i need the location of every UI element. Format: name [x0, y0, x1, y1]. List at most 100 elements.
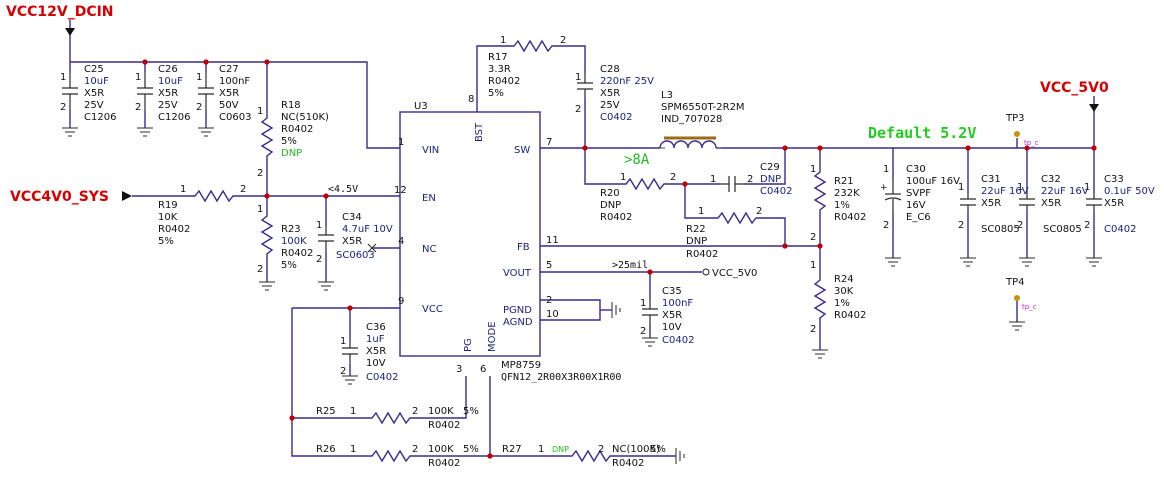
pin-9-number: 9: [398, 296, 404, 307]
c34-capacitor: 12: [316, 220, 334, 265]
r19-footprint: R0402: [158, 224, 190, 235]
r22-right-wire: [760, 217, 786, 246]
tp3-pad-icon: [1014, 131, 1020, 137]
r26-ref: R26: [316, 444, 336, 455]
c31-ref: C31: [981, 174, 1001, 185]
r20-resistor: 12: [614, 172, 676, 191]
r18-dnp: DNP: [281, 148, 302, 159]
r25-footprint: R0402: [428, 420, 460, 431]
c25-dielectric: X5R: [84, 88, 104, 99]
svg-text:2: 2: [257, 264, 263, 275]
c35-capacitor: 12: [640, 298, 658, 337]
r17-resistor: 12: [500, 35, 566, 53]
pin-en-label: EN: [422, 193, 436, 204]
c26-dielectric: X5R: [158, 88, 178, 99]
r27-resistor: 12: [538, 444, 614, 463]
r27-footprint: R0402: [612, 458, 644, 469]
r27-tolerance: 5%: [650, 444, 666, 455]
r25-tolerance: 5%: [463, 406, 479, 417]
svg-text:1: 1: [350, 406, 356, 417]
svg-text:1: 1: [135, 72, 141, 83]
r18-tolerance: 5%: [281, 136, 297, 147]
r25-ref: R25: [316, 406, 336, 417]
c35-footprint: C0402: [662, 335, 694, 346]
svg-text:1: 1: [350, 444, 356, 455]
u3-package: QFN12_2R00X3R00X1R00: [501, 372, 621, 383]
svg-text:1: 1: [575, 72, 581, 83]
pin-pg-label: PG: [463, 338, 474, 352]
svg-text:2: 2: [340, 366, 346, 377]
r26-resistor: 12: [350, 444, 418, 463]
svg-text:2: 2: [257, 168, 263, 179]
r24-tolerance: 1%: [834, 298, 850, 309]
r20-ref: R20: [600, 188, 620, 199]
svg-text:2: 2: [135, 102, 141, 113]
c25-footprint: C1206: [84, 112, 116, 123]
svg-text:2: 2: [670, 172, 676, 183]
r24-footprint: R0402: [834, 310, 866, 321]
vin-port-arrow-icon: [65, 28, 75, 36]
r21-ref: R21: [834, 176, 854, 187]
svg-text:1: 1: [257, 204, 263, 215]
pin-sw-label: SW: [514, 145, 530, 156]
svg-text:2: 2: [196, 102, 202, 113]
c30-footprint: E_C6: [906, 212, 931, 223]
svg-text:1: 1: [316, 220, 322, 231]
c29-value: DNP: [760, 174, 781, 185]
c25-capacitor: 12: [60, 72, 78, 113]
vcc4v0-sys-port-label: VCC4V0_SYS: [10, 189, 109, 205]
c27-dielectric: X5R: [219, 88, 239, 99]
c25-ref: C25: [84, 64, 104, 75]
pin-10-number: 10: [546, 309, 559, 320]
r23-tolerance: 5%: [281, 260, 297, 271]
svg-text:1: 1: [710, 174, 716, 185]
r19-value: 10K: [158, 212, 178, 223]
svg-text:1: 1: [810, 164, 816, 175]
c28-capacitor: 12: [575, 72, 593, 115]
r25-value: 100K: [428, 406, 454, 417]
c32-value: 22uF 16V: [1041, 186, 1089, 197]
svg-text:2: 2: [598, 444, 604, 455]
pin-vcc-label: VCC: [422, 304, 443, 315]
vcc12v-dcin-port-label: VCC12V_DCIN: [6, 4, 114, 20]
c26-value: 10uF: [158, 76, 183, 87]
svg-text:1: 1: [196, 72, 202, 83]
vout-offpage-net: VCC_5V0: [712, 268, 757, 279]
tp4-ref: TP4: [1005, 277, 1025, 288]
r17-value: 3.3R: [488, 64, 511, 75]
r27-dnp: DNP: [552, 445, 569, 454]
svg-text:2: 2: [810, 324, 816, 335]
pin-4-number: 4: [398, 236, 404, 247]
pin-pgnd-label: PGND: [503, 305, 532, 316]
tp3-type: tp_c: [1024, 139, 1039, 147]
c35-voltage: 10V: [662, 322, 682, 333]
svg-text:2: 2: [412, 444, 418, 455]
svg-text:1: 1: [620, 172, 626, 183]
pin-11-number: 11: [546, 235, 559, 246]
r19-tolerance: 5%: [158, 236, 174, 247]
svg-text:1: 1: [883, 164, 889, 175]
r19-resistor: 12: [180, 184, 250, 203]
pin-3-number: 3: [456, 364, 462, 375]
svg-text:2: 2: [60, 102, 66, 113]
c34-dielectric: X5R: [342, 236, 362, 247]
l3-part: SPM6550T-2R2M: [661, 102, 745, 113]
svg-text:2: 2: [958, 220, 964, 231]
svg-text:2: 2: [240, 184, 246, 195]
r23-value: 100K: [281, 236, 307, 247]
r25-resistor: 12: [350, 406, 418, 425]
pin-12-number: 12: [394, 185, 407, 196]
u3-part-number: MP8759: [501, 360, 541, 371]
l3-footprint: IND_707028: [661, 114, 722, 125]
c35-value: 100nF: [662, 298, 693, 309]
r21-tolerance: 1%: [834, 200, 850, 211]
trace-width-note: >25mil: [612, 260, 648, 271]
svg-text:1: 1: [810, 260, 816, 271]
c30-value: 100uF 16V: [906, 176, 960, 187]
svg-text:2: 2: [747, 174, 753, 185]
pin-nc-label: NC: [422, 244, 436, 255]
pin-mode-label: MODE: [487, 321, 498, 352]
r22-ref: R22: [686, 224, 706, 235]
pin-1-number: 1: [398, 137, 404, 148]
current-note: >8A: [624, 152, 650, 168]
